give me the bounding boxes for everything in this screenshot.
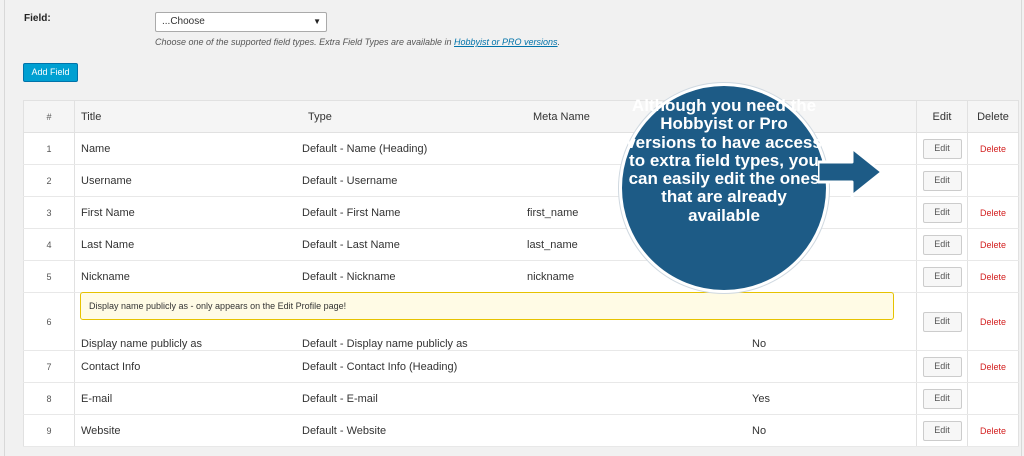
header-type: Type (302, 100, 527, 133)
field-label: Field: (24, 13, 51, 24)
hint-suffix: . (557, 37, 561, 47)
edit-button[interactable]: Edit (922, 234, 962, 255)
row-delete-cell: Delete (967, 132, 1019, 165)
edit-button[interactable]: Edit (922, 202, 962, 223)
row-title: Name (74, 132, 302, 165)
row-title: Website (74, 414, 302, 447)
row-type: Default - E-mail (302, 382, 527, 415)
edit-button[interactable]: Edit (922, 388, 962, 409)
row-number: 9 (23, 414, 75, 447)
table-row: 8 E-mail Default - E-mail Yes Edit (23, 382, 1019, 415)
row-delete-cell: Delete (967, 292, 1019, 351)
row-type: Default - Username (302, 164, 527, 197)
table-row: 9 Website Default - Website No Edit Delete (23, 414, 1019, 447)
header-num: # (23, 100, 75, 133)
edit-button[interactable]: Edit (922, 420, 962, 441)
row-number: 4 (23, 228, 75, 261)
edit-button[interactable]: Edit (922, 138, 962, 159)
add-field-button[interactable]: Add Field (23, 63, 78, 82)
row-number: 7 (23, 350, 75, 383)
row-number: 3 (23, 196, 75, 229)
row-title: Last Name (74, 228, 302, 261)
header-delete: Delete (967, 100, 1019, 133)
field-type-select[interactable]: ...Choose ▼ (155, 12, 327, 32)
display-name-notice: Display name publicly as - only appears … (80, 292, 894, 320)
header-edit: Edit (916, 100, 968, 133)
row-delete-cell: Delete (967, 414, 1019, 447)
row-delete-cell: Delete (967, 196, 1019, 229)
row-type: Default - Website (302, 414, 527, 447)
delete-link[interactable]: Delete (980, 362, 1006, 372)
table-row: 7 Contact Info Default - Contact Info (Hea… (23, 350, 1019, 383)
row-edit-cell: Edit (916, 228, 968, 261)
page-frame: Field: ...Choose ▼ Choose one of the sup… (4, 0, 1022, 456)
row-delete-cell: Delete (967, 260, 1019, 293)
row-edit-cell: Edit (916, 350, 968, 383)
row-required: No (752, 414, 917, 447)
row-meta-name (527, 414, 752, 447)
row-title: First Name (74, 196, 302, 229)
row-type: Default - Contact Info (Heading) (302, 350, 527, 383)
row-number: 2 (23, 164, 75, 197)
versions-link[interactable]: Hobbyist or PRO versions (454, 37, 558, 47)
row-number: 1 (23, 132, 75, 165)
row-delete-cell: Delete (967, 228, 1019, 261)
table-row: 3 First Name Default - First Name first_nam… (23, 196, 1019, 229)
hint-text: Choose one of the supported field types.… (155, 37, 455, 47)
row-required (752, 350, 917, 383)
table-row: 5NicknameDefault - NicknamenicknameNoEdi… (23, 260, 1019, 293)
row-edit-cell: Edit (916, 196, 968, 229)
row-delete-cell (967, 382, 1019, 415)
callout-text: Although you need the Hobbyist or Pro ve… (626, 96, 822, 225)
row-edit-cell: Edit (916, 414, 968, 447)
row-edit-cell: Edit (916, 382, 968, 415)
row-type: Default - Last Name (302, 228, 527, 261)
field-type-hint: Choose one of the supported field types.… (155, 37, 560, 47)
row-title: E-mail (74, 382, 302, 415)
row-type: Default - Name (Heading) (302, 132, 527, 165)
row-edit-cell: Edit (916, 164, 968, 197)
row-title: Username (74, 164, 302, 197)
row-type: Default - First Name (302, 196, 527, 229)
row-delete-cell (967, 164, 1019, 197)
row-type: Default - Nickname (302, 260, 527, 293)
row-required: Yes (752, 382, 917, 415)
callout-arrow-icon (818, 146, 884, 198)
row-meta-name (527, 350, 752, 383)
row-number: 6 (23, 292, 75, 351)
chevron-down-icon: ▼ (313, 17, 321, 26)
delete-link[interactable]: Delete (980, 317, 1006, 327)
delete-link[interactable]: Delete (980, 426, 1006, 436)
row-edit-cell: Edit (916, 260, 968, 293)
delete-link[interactable]: Delete (980, 272, 1006, 282)
header-title: Title (74, 100, 302, 133)
row-title: Nickname (74, 260, 302, 293)
row-number: 5 (23, 260, 75, 293)
delete-link[interactable]: Delete (980, 240, 1006, 250)
row-number: 8 (23, 382, 75, 415)
table-header-row: # Title Type Meta Name Edit Delete (23, 100, 1019, 133)
delete-link[interactable]: Delete (980, 144, 1006, 154)
table-row: 4 Last Name Default - Last Name last_name Ed… (23, 228, 1019, 261)
row-title: Contact Info (74, 350, 302, 383)
edit-button[interactable]: Edit (922, 311, 962, 332)
edit-button[interactable]: Edit (922, 266, 962, 287)
row-delete-cell: Delete (967, 350, 1019, 383)
select-value: ...Choose (162, 16, 205, 27)
row-edit-cell: Edit (916, 292, 968, 351)
edit-button[interactable]: Edit (922, 356, 962, 377)
row-meta-name (527, 382, 752, 415)
row-edit-cell: Edit (916, 132, 968, 165)
edit-button[interactable]: Edit (922, 170, 962, 191)
delete-link[interactable]: Delete (980, 208, 1006, 218)
